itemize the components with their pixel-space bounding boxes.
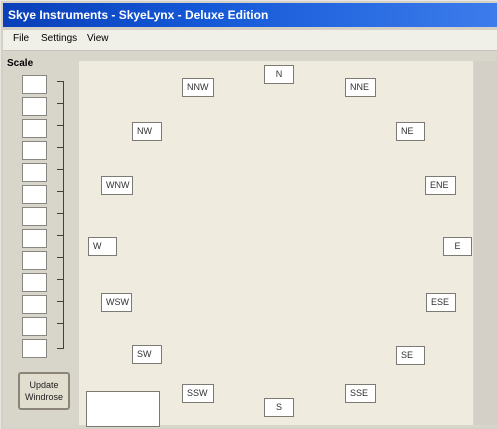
scale-tick — [57, 125, 63, 126]
scale-box[interactable] — [22, 97, 47, 116]
scale-box[interactable] — [22, 163, 47, 182]
scale-tick — [57, 213, 63, 214]
scale-tick — [57, 348, 63, 349]
scale-tick — [57, 301, 63, 302]
scale-tick — [57, 279, 63, 280]
windrose-panel — [79, 61, 473, 425]
menu-settings[interactable]: Settings — [41, 33, 77, 44]
direction-nw[interactable]: NW — [132, 122, 162, 141]
scale-axis-line — [63, 81, 64, 349]
direction-wnw[interactable]: WNW — [101, 176, 133, 195]
window-title: Skye Instruments - SkyeLynx - Deluxe Edi… — [3, 3, 497, 27]
scale-box[interactable] — [22, 339, 47, 358]
scale-box[interactable] — [22, 295, 47, 314]
direction-n[interactable]: N — [264, 65, 294, 84]
scale-tick — [57, 191, 63, 192]
update-windrose-button[interactable]: Update Windrose — [18, 372, 70, 410]
scale-tick — [57, 169, 63, 170]
value-input[interactable] — [86, 391, 160, 427]
menu-file[interactable]: File — [13, 33, 29, 44]
scale-box[interactable] — [22, 317, 47, 336]
direction-se[interactable]: SE — [396, 346, 425, 365]
scale-box[interactable] — [22, 119, 47, 138]
scale-box[interactable] — [22, 75, 47, 94]
menu-view[interactable]: View — [87, 33, 109, 44]
scale-label: Scale — [7, 58, 34, 69]
direction-wsw[interactable]: WSW — [101, 293, 132, 312]
scale-tick — [57, 257, 63, 258]
scale-box[interactable] — [22, 207, 47, 226]
direction-sse[interactable]: SSE — [345, 384, 376, 403]
scale-tick — [57, 147, 63, 148]
scale-box[interactable] — [22, 141, 47, 160]
app-window: Skye Instruments - SkyeLynx - Deluxe Edi… — [0, 0, 498, 429]
scale-tick — [57, 81, 63, 82]
direction-sw[interactable]: SW — [132, 345, 162, 364]
scale-box[interactable] — [22, 273, 47, 292]
direction-s[interactable]: S — [264, 398, 294, 417]
scale-tick — [57, 235, 63, 236]
scale-box[interactable] — [22, 251, 47, 270]
direction-ne[interactable]: NE — [396, 122, 425, 141]
direction-nne[interactable]: NNE — [345, 78, 376, 97]
direction-e[interactable]: E — [443, 237, 472, 256]
scale-tick — [57, 103, 63, 104]
direction-ese[interactable]: ESE — [426, 293, 456, 312]
right-panel — [474, 61, 497, 425]
scale-box[interactable] — [22, 185, 47, 204]
update-button-line1: Update — [29, 380, 59, 390]
update-button-line2: Windrose — [24, 392, 63, 402]
direction-w[interactable]: W — [88, 237, 117, 256]
direction-ssw[interactable]: SSW — [182, 384, 214, 403]
direction-ene[interactable]: ENE — [425, 176, 456, 195]
scale-box[interactable] — [22, 229, 47, 248]
direction-nnw[interactable]: NNW — [182, 78, 214, 97]
menu-bar: File Settings View — [3, 30, 497, 51]
scale-tick — [57, 323, 63, 324]
